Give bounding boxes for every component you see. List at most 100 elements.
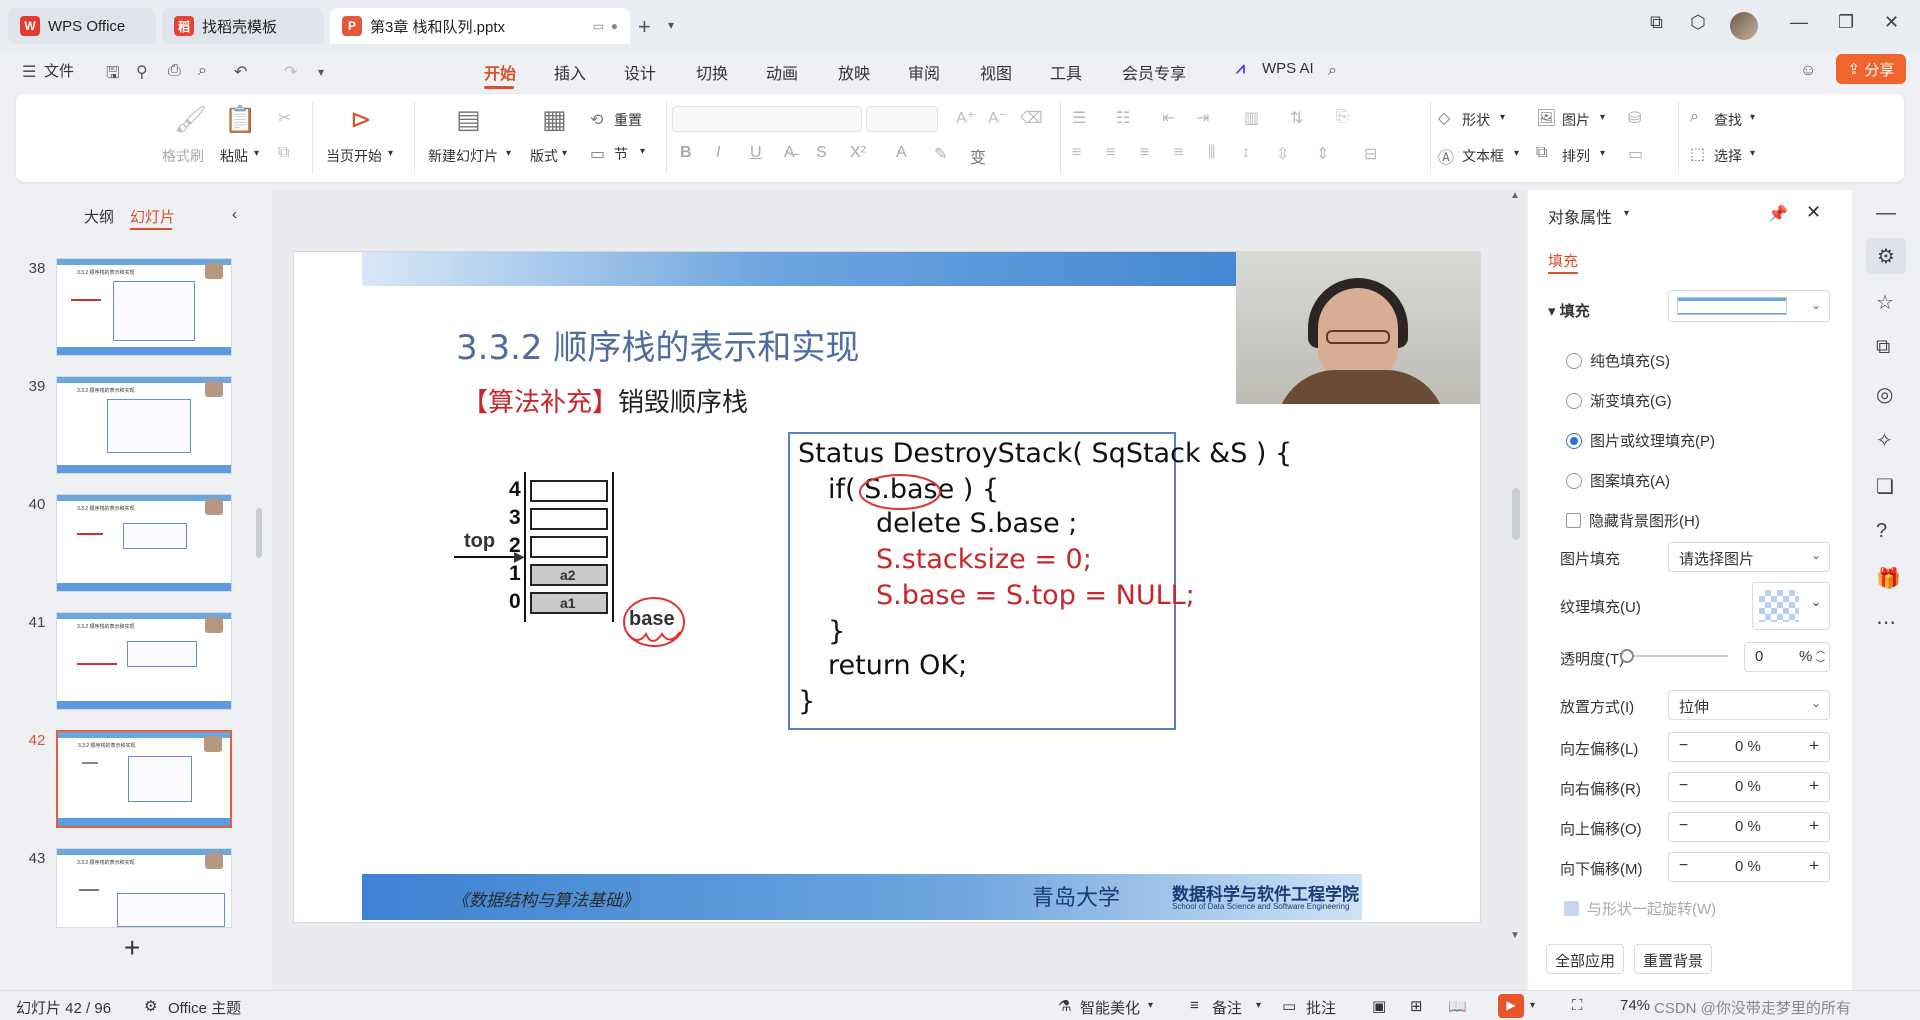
menu-transition[interactable]: 切换 (696, 60, 728, 84)
layout-chevron-icon[interactable]: ▾ (562, 148, 567, 159)
collapse-panel-icon[interactable]: ‹ (232, 206, 237, 223)
save-icon[interactable]: 🖫 (106, 62, 120, 89)
add-slide-icon[interactable]: + (124, 932, 140, 964)
code-box[interactable]: Status DestroyStack( SqStack &S ) { if( … (788, 432, 1292, 730)
hamburger-icon[interactable]: ☰ (22, 62, 36, 82)
thumbnail-scrollbar[interactable] (256, 508, 262, 558)
reset-background-button[interactable]: 重置背景 (1634, 944, 1713, 974)
collapse-strip-icon[interactable]: — (1876, 202, 1896, 225)
magic-icon[interactable]: ✧ (1876, 428, 1893, 453)
search-icon[interactable]: ⌕ (1328, 62, 1337, 80)
notes-chevron-icon[interactable]: ▾ (1256, 1000, 1261, 1011)
align-right-icon[interactable]: ≡ (1140, 144, 1149, 162)
canvas-scrollbar[interactable] (1512, 488, 1520, 540)
undo-icon[interactable]: ↶ (234, 62, 247, 82)
section-chevron-icon[interactable]: ▾ (640, 146, 645, 157)
menu-view[interactable]: 视图 (980, 60, 1012, 84)
find-button[interactable]: 查找 (1714, 110, 1742, 130)
slide-thumbnail[interactable]: 3.3.2 顺序栈的表示和实现 (56, 376, 232, 474)
arrange-icon[interactable]: ⧉ (1536, 144, 1547, 162)
copy-layers-icon[interactable]: ⧉ (1876, 336, 1890, 359)
tab-document[interactable]: P 第3章 栈和队列.pptx ▭ ● (330, 8, 630, 44)
fill-section-header[interactable]: ▾ 填充 (1548, 300, 1590, 321)
close-panel-icon[interactable]: ✕ (1806, 202, 1821, 223)
slide-thumbnail[interactable]: 3.3.2 顺序栈的表示和实现 (56, 612, 232, 710)
beautify-chevron-icon[interactable]: ▾ (1148, 1000, 1153, 1011)
zoom-level[interactable]: 74% (1620, 997, 1650, 1014)
minus-icon[interactable]: − (1679, 817, 1688, 835)
picture-icon[interactable]: 🖼 (1536, 108, 1556, 128)
paste-icon[interactable]: 📋 (224, 104, 256, 135)
shape-chevron-icon[interactable]: ▾ (1500, 112, 1505, 123)
plus-icon[interactable]: + (1809, 776, 1819, 796)
reset-icon[interactable]: ⟲ (590, 110, 603, 130)
normal-view-icon[interactable]: ▣ (1372, 997, 1386, 1015)
new-slide-chevron-icon[interactable]: ▾ (506, 148, 511, 159)
paste-button[interactable]: 粘贴 (220, 146, 248, 166)
close-icon[interactable]: ✕ (1884, 12, 1899, 33)
convert-icon[interactable]: ⎘ (1336, 108, 1349, 126)
help-icon[interactable]: ? (1876, 520, 1887, 543)
plus-icon[interactable]: + (1809, 816, 1819, 836)
cut-icon[interactable]: ✂ (278, 108, 291, 128)
offset-left-stepper[interactable]: − 0 % + (1668, 732, 1830, 762)
reading-view-icon[interactable]: 📖 (1448, 997, 1467, 1015)
text-direction-icon[interactable]: ⇅ (1290, 108, 1303, 128)
menu-slideshow[interactable]: 放映 (838, 60, 870, 84)
apply-all-button[interactable]: 全部应用 (1546, 944, 1625, 974)
align-center-icon[interactable]: ≡ (1106, 144, 1115, 162)
opacity-slider-track[interactable] (1624, 655, 1728, 657)
notes-icon[interactable]: ≡ (1190, 997, 1199, 1014)
new-slide-icon[interactable]: ▤ (456, 104, 481, 135)
scroll-down-icon[interactable]: ▼ (1510, 930, 1520, 941)
menu-animation[interactable]: 动画 (766, 60, 798, 84)
textbox-chevron-icon[interactable]: ▾ (1514, 148, 1519, 159)
tab-wps-office[interactable]: W WPS Office (8, 8, 156, 44)
stack-diagram[interactable]: 4 3 2 1 0 a2 a1 top ▶ base (454, 462, 685, 647)
redo-icon[interactable]: ↷ (284, 62, 297, 82)
outdent-icon[interactable]: ⇤ (1162, 108, 1175, 128)
plus-icon[interactable]: + (1809, 736, 1819, 756)
picture-fill-select[interactable]: 请选择图片 ⌄ (1668, 542, 1830, 572)
indent-icon[interactable]: ⇥ (1196, 108, 1209, 128)
paste-chevron-icon[interactable]: ▾ (254, 148, 259, 159)
text-effect-icon[interactable]: 变 (970, 144, 986, 168)
italic-icon[interactable]: I (716, 144, 720, 162)
fit-window-icon[interactable]: ⛶ (1572, 997, 1583, 1014)
slide-thumbnail[interactable]: 3.3.2 顺序栈的表示和实现 (56, 258, 232, 356)
menu-tools[interactable]: 工具 (1050, 60, 1082, 84)
notes-button[interactable]: 备注 (1212, 997, 1242, 1018)
panel-title[interactable]: 对象属性 (1548, 204, 1612, 228)
menu-file[interactable]: 文件 (44, 60, 74, 81)
tab-window-icon[interactable]: ▭ ● (593, 19, 618, 33)
section-button[interactable]: 节 (614, 144, 628, 164)
align-left-icon[interactable]: ≡ (1072, 144, 1081, 162)
menu-insert[interactable]: 插入 (554, 60, 586, 84)
sorter-view-icon[interactable]: ⊞ (1410, 997, 1423, 1015)
theme-name[interactable]: Office 主题 (168, 997, 241, 1018)
play-slideshow-icon[interactable]: ▶ (1498, 994, 1524, 1018)
tab-slides[interactable]: 幻灯片 (130, 206, 175, 227)
shadow-icon[interactable]: S (816, 144, 827, 162)
play-current-icon[interactable]: ⊳ (350, 104, 372, 135)
hide-bg-checkbox[interactable]: 隐藏背景图形(H) (1566, 510, 1700, 531)
star-icon[interactable]: ☆ (1876, 290, 1894, 315)
current-slide[interactable]: 3.3.2 顺序栈的表示和实现 【算法补充】销毁顺序栈 4 3 2 1 0 a2… (294, 252, 1480, 922)
line-spacing-icon[interactable]: ↕ (1242, 144, 1250, 162)
wps-ai-icon[interactable]: ⩘ (1236, 60, 1245, 78)
slide-subtitle[interactable]: 【算法补充】销毁顺序栈 (462, 382, 748, 419)
font-size-select[interactable] (866, 106, 938, 132)
menu-review[interactable]: 审阅 (908, 60, 940, 84)
spin-up-icon[interactable]: ︿ (1816, 643, 1825, 656)
arrange-button[interactable]: 排列 (1562, 146, 1590, 166)
superscript-icon[interactable]: X² (850, 144, 866, 162)
slide-thumbnail[interactable]: 3.3.2 顺序栈的表示和实现 (56, 494, 232, 592)
find-chevron-icon[interactable]: ▾ (1750, 112, 1755, 123)
panel-title-chevron-icon[interactable]: ▾ (1624, 208, 1629, 219)
gift-icon[interactable]: 🎁 (1876, 566, 1901, 591)
properties-sliders-icon[interactable]: ⚙ (1866, 238, 1906, 274)
textbox-button[interactable]: 文本框 (1462, 146, 1504, 166)
select-chevron-icon[interactable]: ▾ (1750, 148, 1755, 159)
offset-up-stepper[interactable]: − 0 % + (1668, 812, 1830, 842)
menu-wps-ai[interactable]: WPS AI (1262, 60, 1314, 77)
